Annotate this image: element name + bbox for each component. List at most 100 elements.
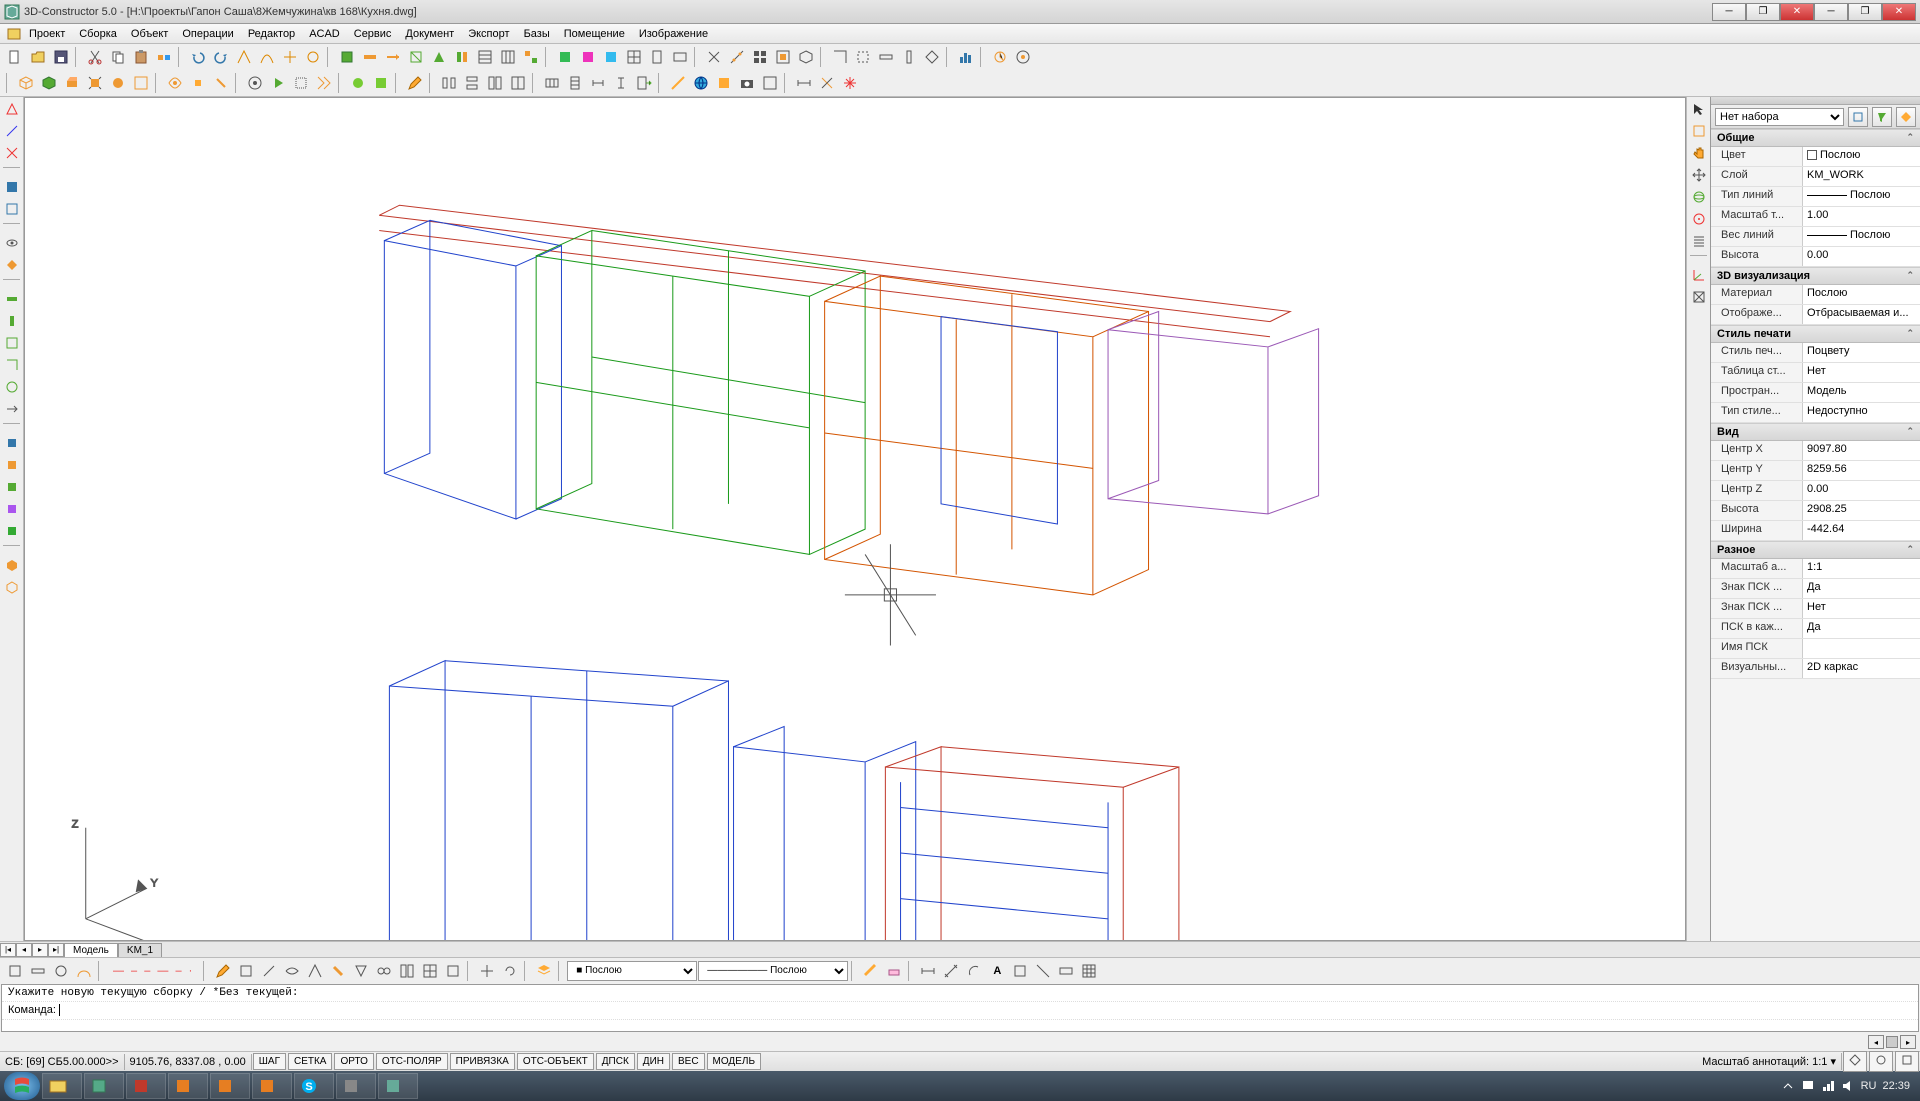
tool-b4[interactable] <box>405 46 427 68</box>
lt-7[interactable] <box>2 255 22 275</box>
task-app1[interactable] <box>84 1073 124 1099</box>
bt-pencil[interactable] <box>212 960 234 982</box>
bt-10[interactable] <box>327 960 349 982</box>
tool-k2[interactable] <box>461 72 483 94</box>
tool-e5[interactable] <box>921 46 943 68</box>
tool-m1[interactable] <box>667 72 689 94</box>
tab-first-button[interactable]: |◂ <box>0 943 16 957</box>
lt-18[interactable] <box>2 521 22 541</box>
tab-last-button[interactable]: ▸| <box>48 943 64 957</box>
section-printstyle[interactable]: Стиль печати⌃ <box>1711 325 1920 343</box>
tool-c5[interactable] <box>646 46 668 68</box>
tool-a4[interactable] <box>302 46 324 68</box>
tool-m3[interactable] <box>713 72 735 94</box>
doc-restore-button[interactable]: ❐ <box>1848 3 1882 21</box>
minimize-button[interactable]: ─ <box>1712 3 1746 21</box>
section-view[interactable]: Вид⌃ <box>1711 423 1920 441</box>
redo-button[interactable] <box>210 46 232 68</box>
tool-d3[interactable] <box>749 46 771 68</box>
lt-14[interactable] <box>2 433 22 453</box>
pencil-button[interactable] <box>404 72 426 94</box>
bt-15[interactable] <box>442 960 464 982</box>
section-general[interactable]: Общие⌃ <box>1711 129 1920 147</box>
tool-d1[interactable] <box>703 46 725 68</box>
command-input[interactable]: Команда: <box>2 1002 1918 1020</box>
bt-9[interactable] <box>304 960 326 982</box>
prop-cy-value[interactable]: 8259.56 <box>1803 461 1920 480</box>
status-otspolar[interactable]: ОТС-ПОЛЯР <box>376 1053 448 1070</box>
rt-list-icon[interactable] <box>1689 231 1709 251</box>
prop-ucs3-value[interactable]: Да <box>1803 619 1920 638</box>
lt-5[interactable] <box>2 199 22 219</box>
prop-pst-value[interactable]: Нет <box>1803 363 1920 382</box>
status-model[interactable]: МОДЕЛЬ <box>707 1053 761 1070</box>
status-din[interactable]: ДИН <box>637 1053 670 1070</box>
tool-b2[interactable] <box>359 46 381 68</box>
menu-pomeshchenie[interactable]: Помещение <box>557 25 632 43</box>
doc-minimize-button[interactable]: ─ <box>1814 3 1848 21</box>
prop-ucs2-value[interactable]: Нет <box>1803 599 1920 618</box>
menu-bazy[interactable]: Базы <box>517 25 557 43</box>
tab-km1[interactable]: KM_1 <box>118 943 162 957</box>
tool-b7[interactable] <box>474 46 496 68</box>
status-setka[interactable]: СЕТКА <box>288 1053 333 1070</box>
status-orto[interactable]: ОРТО <box>334 1053 373 1070</box>
scroll-thumb[interactable] <box>1886 1036 1898 1048</box>
menu-acad[interactable]: ACAD <box>302 25 347 43</box>
tray-clock[interactable]: 22:39 <box>1882 1080 1910 1092</box>
tool-n2[interactable] <box>816 72 838 94</box>
rt-axis-icon[interactable] <box>1689 265 1709 285</box>
export-button[interactable] <box>633 72 655 94</box>
lt-line-icon[interactable] <box>2 121 22 141</box>
scroll-right-button[interactable]: ▸ <box>1900 1035 1916 1049</box>
selection-dropdown[interactable]: Нет набора <box>1715 108 1844 126</box>
linetype-dropdown[interactable]: —————— Послою <box>698 961 848 981</box>
tool-e4[interactable] <box>898 46 920 68</box>
tool-k4[interactable] <box>507 72 529 94</box>
bt-7[interactable] <box>258 960 280 982</box>
tool-h3[interactable] <box>210 72 232 94</box>
status-anno-icon3[interactable] <box>1895 1051 1919 1072</box>
bt-dim1[interactable] <box>917 960 939 982</box>
tool-c3[interactable] <box>600 46 622 68</box>
tool-h2[interactable] <box>187 72 209 94</box>
stats-button[interactable] <box>955 46 977 68</box>
rt-9[interactable] <box>1689 287 1709 307</box>
bt-text[interactable]: A <box>986 960 1008 982</box>
task-app8[interactable] <box>378 1073 418 1099</box>
tool-d5[interactable] <box>795 46 817 68</box>
prop-vw-value[interactable]: -442.64 <box>1803 521 1920 540</box>
lt-16[interactable] <box>2 477 22 497</box>
lt-box-icon[interactable] <box>2 177 22 197</box>
bt-11[interactable] <box>350 960 372 982</box>
tool-a2[interactable] <box>256 46 278 68</box>
tool-b6[interactable] <box>451 46 473 68</box>
bt-dim6[interactable] <box>1032 960 1054 982</box>
task-app3[interactable] <box>168 1073 208 1099</box>
status-anno-icon2[interactable] <box>1869 1051 1893 1072</box>
tray-flag-icon[interactable] <box>1801 1079 1815 1093</box>
bt-14[interactable] <box>419 960 441 982</box>
lt-eye-icon[interactable] <box>2 233 22 253</box>
match-button[interactable] <box>153 46 175 68</box>
menu-proekt[interactable]: Проект <box>22 25 72 43</box>
tool-a3[interactable] <box>279 46 301 68</box>
tray-network-icon[interactable] <box>1821 1079 1835 1093</box>
copy-button[interactable] <box>107 46 129 68</box>
lt-17[interactable] <box>2 499 22 519</box>
bt-dim2[interactable] <box>940 960 962 982</box>
tool-b8[interactable] <box>497 46 519 68</box>
prop-ps-value[interactable]: Поцвету <box>1803 343 1920 362</box>
lt-triangle-icon[interactable] <box>2 99 22 119</box>
open-button[interactable] <box>27 46 49 68</box>
prop-vs-value[interactable]: 2D каркас <box>1803 659 1920 678</box>
lt-9[interactable] <box>2 311 22 331</box>
dim-button[interactable] <box>793 72 815 94</box>
menu-redaktor[interactable]: Редактор <box>241 25 302 43</box>
status-anno-icon1[interactable] <box>1843 1051 1867 1072</box>
bt-dim3[interactable] <box>963 960 985 982</box>
tool-b1[interactable] <box>336 46 358 68</box>
window-close-button[interactable]: ✕ <box>1780 3 1814 21</box>
status-otsobjekt[interactable]: ОТС-ОБЪЕКТ <box>517 1053 594 1070</box>
bt-brush[interactable] <box>860 960 882 982</box>
